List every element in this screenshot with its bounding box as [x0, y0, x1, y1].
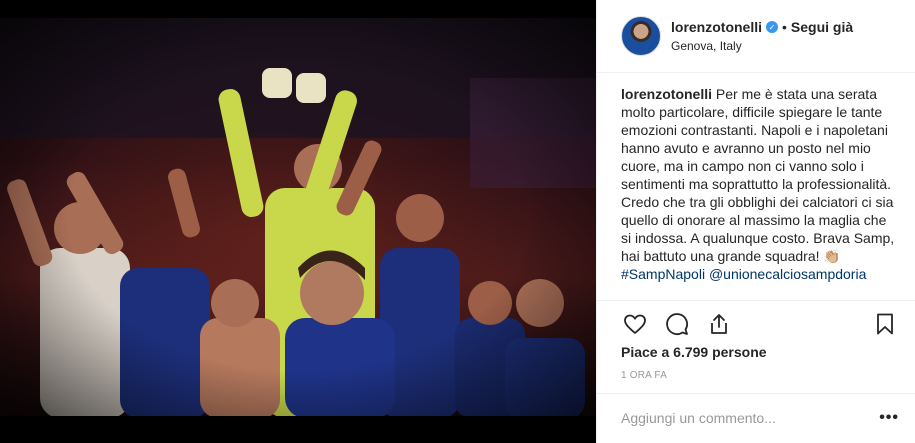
location-link[interactable]: Genova, Italy — [671, 39, 853, 53]
post-modal: lorenzotonelli ✓ • Segui già Genova, Ita… — [0, 0, 915, 443]
post-photo[interactable] — [0, 0, 596, 443]
heart-icon — [624, 314, 646, 334]
share-button[interactable] — [705, 310, 733, 338]
like-button[interactable] — [621, 310, 649, 338]
clap-emoji-icon: 👏🏼 — [823, 248, 841, 264]
header-text: lorenzotonelli ✓ • Segui già Genova, Ita… — [671, 19, 853, 53]
bookmark-icon — [877, 313, 893, 335]
mention-link[interactable]: @unionecalciosampdoria — [709, 266, 866, 282]
photo-image — [0, 18, 596, 416]
divider — [597, 300, 915, 301]
likes-count-link[interactable]: Piace a 6.799 persone — [621, 344, 767, 360]
username-link[interactable]: lorenzotonelli — [671, 19, 762, 35]
post-timestamp[interactable]: 1 ORA FA — [621, 370, 667, 381]
verified-badge-icon: ✓ — [766, 21, 778, 33]
action-bar — [621, 310, 899, 338]
hashtag-link[interactable]: #SampNapoli — [621, 266, 705, 282]
share-icon — [711, 314, 727, 334]
comment-input[interactable] — [621, 410, 880, 426]
avatar[interactable] — [621, 16, 661, 56]
post-caption: lorenzotonelli Per me è stata una serata… — [597, 73, 915, 301]
save-button[interactable] — [871, 310, 899, 338]
post-header: lorenzotonelli ✓ • Segui già Genova, Ita… — [597, 0, 915, 73]
celebration-photo-illustration — [0, 18, 596, 416]
header-line: lorenzotonelli ✓ • Segui già — [671, 19, 853, 35]
follow-button[interactable]: Segui già — [791, 19, 853, 35]
caption-username-link[interactable]: lorenzotonelli — [621, 86, 712, 102]
caption-text: Per me è stata una serata molto particol… — [621, 86, 895, 264]
comment-button[interactable] — [663, 310, 691, 338]
comment-form: ••• — [621, 394, 899, 442]
more-options-icon[interactable]: ••• — [879, 409, 899, 427]
post-side-panel: lorenzotonelli ✓ • Segui già Genova, Ita… — [596, 0, 915, 443]
comment-icon — [666, 313, 688, 335]
separator-dot: • — [782, 19, 787, 35]
